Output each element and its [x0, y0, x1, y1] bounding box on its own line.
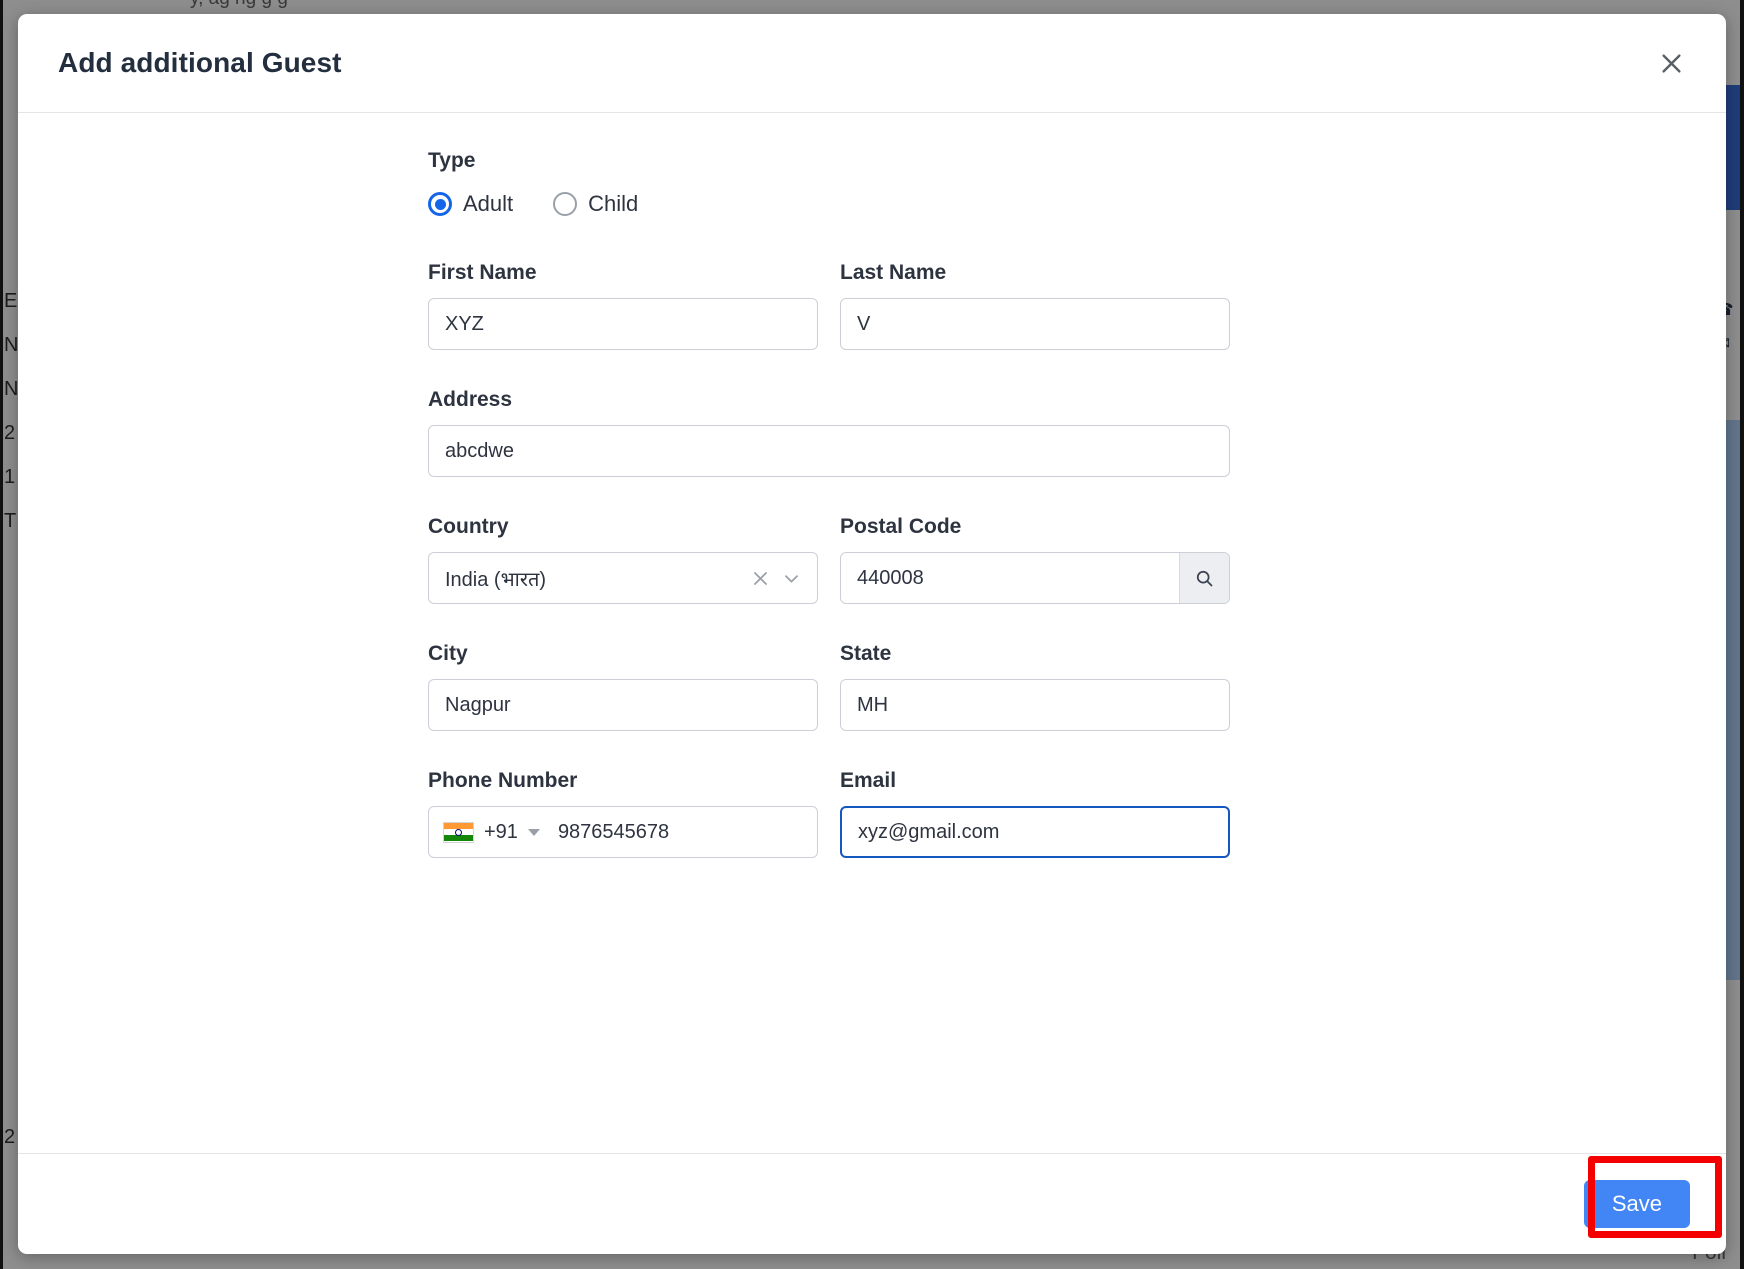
email-label: Email — [840, 769, 1230, 793]
radio-child-icon — [553, 192, 577, 216]
state-input[interactable]: MH — [840, 679, 1230, 731]
city-state-row: City Nagpur State MH — [428, 642, 1328, 731]
state-group: State MH — [840, 642, 1230, 731]
country-label: Country — [428, 515, 818, 539]
email-group: Email xyz@gmail.com — [840, 769, 1230, 858]
modal-footer: Save — [18, 1153, 1726, 1254]
address-group: Address abcdwe — [428, 388, 1230, 477]
postal-code-label: Postal Code — [840, 515, 1230, 539]
save-button[interactable]: Save — [1584, 1180, 1690, 1228]
last-name-group: Last Name V — [840, 261, 1230, 350]
country-select[interactable]: India (भारत) — [428, 552, 818, 604]
country-selected-value: India (भारत) — [445, 565, 751, 592]
type-radio-group: Adult Child — [428, 191, 1328, 217]
radio-option-adult[interactable]: Adult — [428, 191, 513, 217]
background-top-text: y, ag ng g g — [190, 0, 288, 10]
modal-body: Type Adult Child First Name XYZ Last — [18, 113, 1726, 1153]
first-name-group: First Name XYZ — [428, 261, 818, 350]
postal-code-group: Postal Code 440008 — [840, 515, 1230, 604]
state-label: State — [840, 642, 1230, 666]
country-group: Country India (भारत) — [428, 515, 818, 604]
radio-child-label: Child — [588, 191, 638, 217]
city-label: City — [428, 642, 818, 666]
phone-email-row: Phone Number +91 9876545678 Email xyz@gm… — [428, 769, 1328, 858]
background-left-border — [0, 0, 3, 1269]
postal-code-search-button[interactable] — [1179, 553, 1229, 603]
city-input[interactable]: Nagpur — [428, 679, 818, 731]
address-label: Address — [428, 388, 1230, 412]
india-flag-icon — [443, 822, 474, 843]
chevron-down-icon[interactable] — [782, 569, 801, 588]
type-label: Type — [428, 149, 1328, 173]
country-select-icons — [751, 569, 801, 588]
last-name-input[interactable]: V — [840, 298, 1230, 350]
phone-number-field[interactable]: +91 9876545678 — [428, 806, 818, 858]
address-row: Address abcdwe — [428, 388, 1328, 477]
city-group: City Nagpur — [428, 642, 818, 731]
caret-down-icon[interactable] — [528, 829, 540, 836]
radio-adult-icon — [428, 192, 452, 216]
postal-code-input[interactable]: 440008 — [841, 553, 1179, 603]
background-bottom-left-char: 2 — [4, 1126, 15, 1149]
add-guest-modal: Add additional Guest Type Adult Child — [18, 14, 1726, 1254]
first-name-label: First Name — [428, 261, 818, 285]
page-title: Add additional Guest — [58, 47, 342, 79]
first-name-input[interactable]: XYZ — [428, 298, 818, 350]
clear-icon[interactable] — [751, 569, 770, 588]
phone-number-input[interactable]: 9876545678 — [558, 821, 669, 844]
postal-code-field: 440008 — [840, 552, 1230, 604]
phone-country-code: +91 — [484, 821, 518, 844]
country-postal-row: Country India (भारत) — [428, 515, 1328, 604]
search-icon — [1194, 568, 1215, 589]
phone-number-label: Phone Number — [428, 769, 818, 793]
radio-adult-label: Adult — [463, 191, 513, 217]
last-name-label: Last Name — [840, 261, 1230, 285]
address-input[interactable]: abcdwe — [428, 425, 1230, 477]
email-field[interactable]: xyz@gmail.com — [840, 806, 1230, 858]
close-icon — [1658, 50, 1685, 77]
radio-option-child[interactable]: Child — [553, 191, 638, 217]
name-row: First Name XYZ Last Name V — [428, 261, 1328, 350]
background-right-border — [1740, 0, 1744, 1269]
phone-group: Phone Number +91 9876545678 — [428, 769, 818, 858]
close-button[interactable] — [1648, 40, 1694, 86]
modal-header: Add additional Guest — [18, 14, 1726, 113]
guest-form: Type Adult Child First Name XYZ Last — [428, 149, 1328, 858]
